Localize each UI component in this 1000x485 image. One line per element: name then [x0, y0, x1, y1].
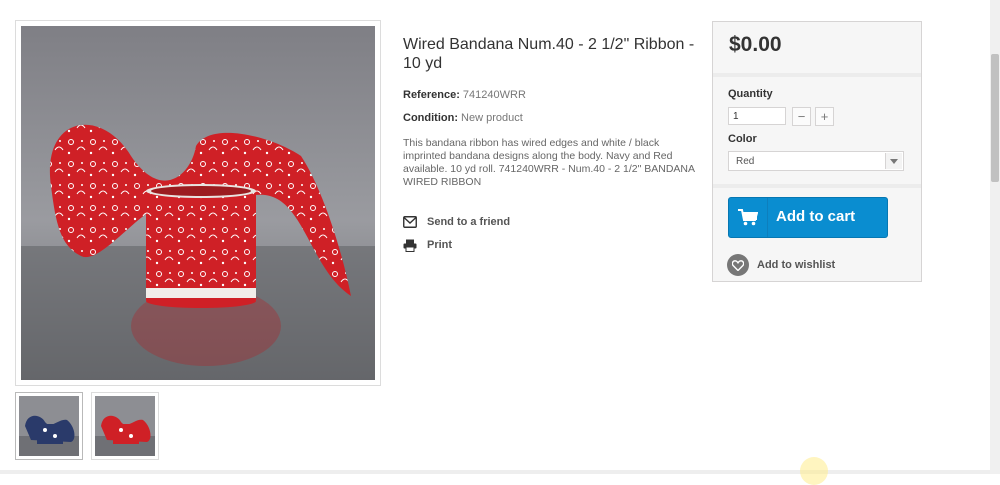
reference-value: 741240WRR — [462, 89, 526, 101]
color-select[interactable]: Red — [728, 151, 904, 171]
quantity-decrease-button[interactable]: − — [792, 107, 811, 126]
printer-icon — [403, 239, 417, 252]
quantity-label: Quantity — [728, 88, 773, 100]
bottom-edge — [0, 470, 990, 474]
price-area: $0.00 — [713, 22, 921, 74]
chevron-down-icon — [885, 153, 902, 169]
add-to-wishlist-link[interactable]: Add to wishlist — [727, 254, 835, 276]
reference-label: Reference: — [403, 89, 460, 101]
add-to-cart-button[interactable]: Add to cart — [728, 197, 888, 238]
condition-label: Condition: — [403, 112, 458, 124]
cart-icon — [729, 198, 768, 237]
print-link[interactable]: Print — [403, 237, 452, 253]
send-to-friend-link[interactable]: Send to a friend — [403, 214, 510, 230]
divider — [713, 73, 921, 77]
product-price: $0.00 — [729, 33, 782, 56]
condition-line: Condition: New product — [403, 112, 523, 124]
send-to-friend-label: Send to a friend — [427, 216, 511, 228]
buy-box: $0.00 Quantity 1 − + Color Red Add to ca… — [712, 21, 922, 282]
quantity-value: 1 — [733, 110, 739, 122]
heart-icon — [727, 254, 749, 276]
add-to-wishlist-label: Add to wishlist — [757, 259, 836, 271]
divider — [713, 184, 921, 188]
condition-value: New product — [461, 112, 523, 124]
thumbnail-navy[interactable] — [15, 392, 83, 460]
main-product-image-frame[interactable] — [15, 20, 381, 386]
scrollbar-thumb[interactable] — [991, 54, 999, 182]
main-product-image[interactable] — [21, 26, 375, 380]
product-description: This bandana ribbon has wired edges and … — [403, 137, 695, 188]
color-selected-value: Red — [736, 155, 755, 167]
quantity-input[interactable]: 1 — [728, 107, 786, 125]
vertical-scrollbar[interactable] — [990, 0, 1000, 474]
reference-line: Reference: 741240WRR — [403, 89, 526, 101]
cursor-highlight — [800, 457, 828, 485]
add-to-cart-label: Add to cart — [776, 208, 856, 225]
product-title: Wired Bandana Num.40 - 2 1/2" Ribbon - 1… — [403, 36, 695, 72]
color-label: Color — [728, 133, 757, 145]
print-label: Print — [427, 239, 453, 251]
quantity-increase-button[interactable]: + — [815, 107, 834, 126]
envelope-icon — [403, 216, 417, 228]
thumbnail-red[interactable] — [91, 392, 159, 460]
